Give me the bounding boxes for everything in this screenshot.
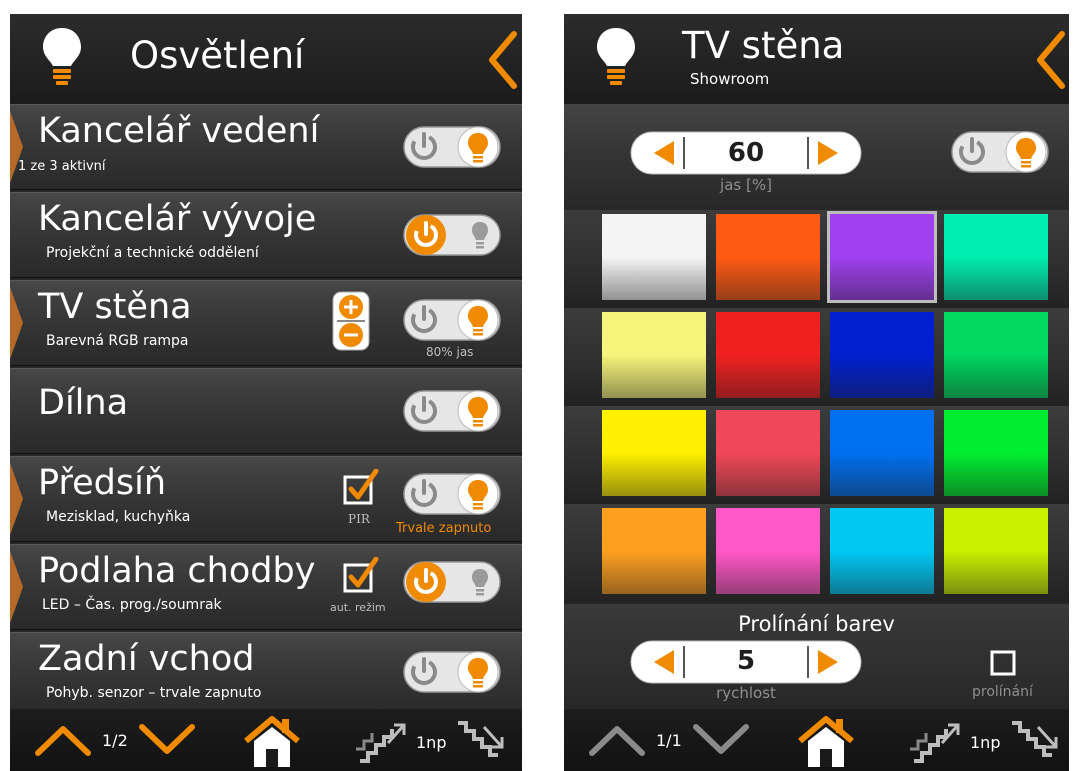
list-item[interactable]: Kancelář vedení 1 ze 3 aktivní [10,104,522,190]
color-swatch[interactable] [944,410,1048,496]
power-toggle[interactable] [950,129,1050,175]
row-title: Zadní vchod [38,639,255,679]
home-icon[interactable] [242,713,302,769]
row-title: Předsíň [38,463,167,503]
down-chevron-icon[interactable] [692,723,750,757]
power-toggle[interactable] [402,212,502,258]
row-title: TV stěna [38,287,192,327]
pir-label: PIR [348,512,370,526]
color-swatch[interactable] [830,508,934,594]
row-title: Dílna [38,383,129,423]
brightness-value: 60 [727,138,765,168]
home-icon[interactable] [796,713,856,769]
speed-value: 5 [736,646,756,676]
footer: 1/2 1np [10,709,522,771]
color-swatch[interactable] [944,214,1048,300]
bulb-icon [43,28,81,85]
brightness-label: jas [%] [720,176,772,194]
page-indicator: 1/2 [102,731,128,750]
color-swatch[interactable] [716,312,820,398]
power-toggle[interactable] [402,388,502,434]
color-swatch[interactable] [827,211,937,303]
blend-title: Prolínání barev [738,612,895,636]
page-indicator: 1/1 [656,731,682,750]
color-swatch[interactable] [830,410,934,496]
stairs-down-icon[interactable] [454,717,510,765]
checkbox-icon[interactable] [343,469,379,505]
back-chevron-icon[interactable] [1030,30,1069,90]
color-swatch[interactable] [944,508,1048,594]
row-tab [10,287,23,359]
row-tab [10,551,23,623]
up-chevron-icon[interactable] [588,723,646,757]
down-chevron-icon[interactable] [138,723,196,757]
stairs-up-icon[interactable] [354,717,410,765]
row-title: Kancelář vedení [38,111,320,151]
list-item[interactable]: Kancelář vývoje Projekční a technické od… [10,192,522,278]
speed-label: rychlost [716,684,776,702]
blend-checkbox-label: prolínání [972,684,1033,700]
stairs-down-icon[interactable] [1008,717,1064,765]
plus-minus-icon[interactable] [332,291,370,351]
color-swatch[interactable] [602,214,706,300]
footer: 1/1 1np [564,709,1069,771]
row-title: Kancelář vývoje [38,199,317,239]
auto-mode-label: aut. režim [330,601,386,614]
back-chevron-icon[interactable] [482,30,522,90]
row-subtitle: Projekční a technické oddělení [46,245,259,261]
power-toggle[interactable] [402,649,502,695]
color-swatch[interactable] [944,312,1048,398]
row-subtitle: Pohyb. senzor – trvale zapnuto [46,685,262,701]
row-subtitle: LED – Čas. prog./soumrak [42,597,222,613]
color-swatch[interactable] [830,312,934,398]
list-item[interactable]: Dílna [10,368,522,454]
bulb-icon [597,28,635,85]
header: TV stěna Showroom [564,14,1069,104]
color-swatch[interactable] [716,214,820,300]
brightness-note: 80% jas [426,345,474,359]
checkbox-icon[interactable] [990,650,1016,676]
list-item[interactable]: TV stěna Barevná RGB rampa 80% jas [10,280,522,366]
checkbox-icon[interactable] [343,557,379,593]
row-tab [10,463,23,535]
list-item[interactable]: Předsíň Mezisklad, kuchyňka PIR Trvale z… [10,456,522,542]
power-toggle[interactable] [402,471,502,517]
color-swatch[interactable] [602,508,706,594]
color-swatch[interactable] [602,410,706,496]
list-item[interactable]: Podlaha chodby LED – Čas. prog./soumrak … [10,544,522,630]
header: Osvětlení [10,14,522,104]
page-title: TV stěna [682,24,845,67]
always-on-note: Trvale zapnuto [396,521,492,536]
list-item[interactable]: Zadní vchod Pohyb. senzor – trvale zapnu… [10,632,522,718]
lighting-panel: Osvětlení Kancelář vedení 1 ze 3 aktivní… [10,14,522,771]
power-toggle[interactable] [402,559,502,605]
row-subtitle: 1 ze 3 aktivní [18,159,106,174]
stairs-up-icon[interactable] [908,717,964,765]
floor-label: 1np [416,733,447,752]
page-subtitle: Showroom [690,70,770,88]
row-subtitle: Barevná RGB rampa [46,333,189,349]
page-title: Osvětlení [130,34,305,77]
color-swatch[interactable] [716,508,820,594]
tv-wall-panel: TV stěna Showroom 60 jas [%] Prolínání b… [564,14,1069,771]
color-swatch[interactable] [602,312,706,398]
row-subtitle: Mezisklad, kuchyňka [46,509,191,525]
color-swatch[interactable] [716,410,820,496]
power-toggle[interactable] [402,297,502,343]
floor-label: 1np [970,733,1001,752]
power-toggle[interactable] [402,124,502,170]
up-chevron-icon[interactable] [34,723,92,757]
row-title: Podlaha chodby [38,551,316,591]
